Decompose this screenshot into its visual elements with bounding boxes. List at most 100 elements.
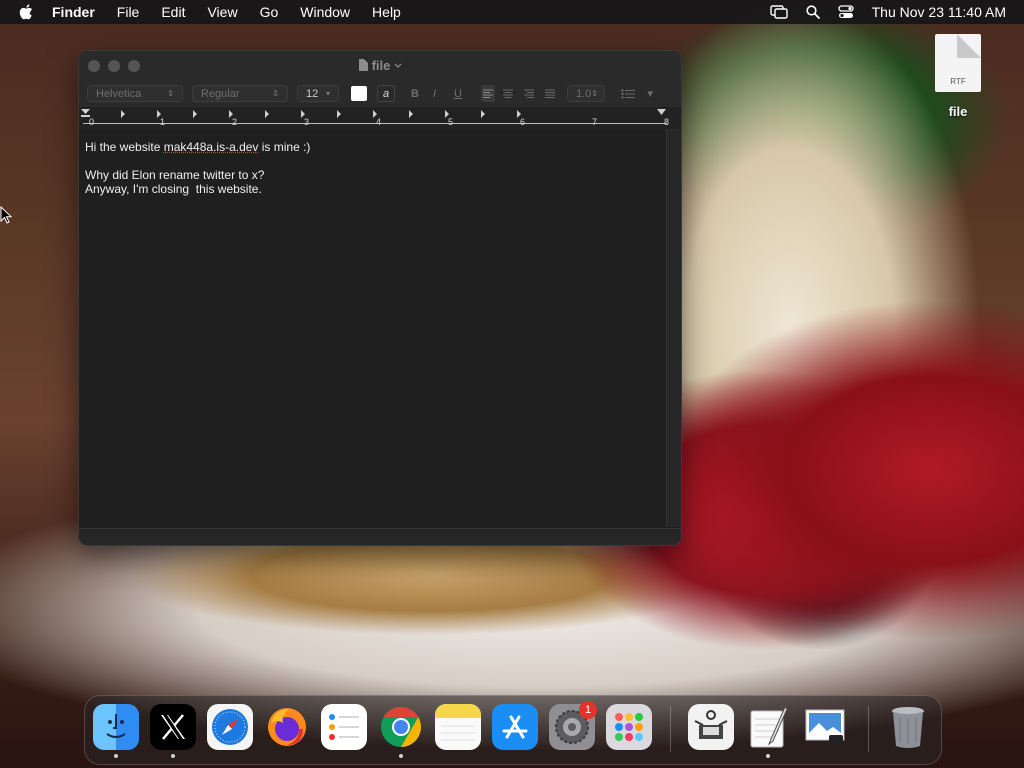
menu-app-finder[interactable]: Finder — [52, 4, 95, 20]
horizontal-scrollbar[interactable] — [79, 528, 681, 545]
menu-view[interactable]: View — [207, 4, 237, 20]
ruler-number: 5 — [448, 117, 454, 127]
window-titlebar[interactable]: file — [79, 51, 681, 81]
dock-safari[interactable] — [207, 704, 253, 750]
menu-go[interactable]: Go — [260, 4, 279, 20]
line-spacing-select[interactable]: 1.0 ⇕ — [567, 85, 605, 102]
screen-mirroring-icon[interactable] — [769, 5, 788, 19]
dock-separator — [868, 706, 869, 752]
ruler-number: 0 — [89, 117, 95, 127]
menu-file[interactable]: File — [117, 4, 140, 20]
chevron-down-icon[interactable] — [394, 63, 402, 69]
document-line: Hi the website mak448a.is-a.dev is mine … — [85, 140, 659, 154]
list-style-button[interactable]: ▾ — [621, 85, 653, 102]
dock-app-store[interactable] — [492, 704, 538, 750]
file-extension: RTF — [950, 77, 966, 86]
bulleted-list-icon — [621, 88, 635, 99]
menu-edit[interactable]: Edit — [161, 4, 185, 20]
search-icon[interactable] — [806, 5, 820, 19]
underline-button[interactable]: U — [454, 85, 462, 102]
app-store-icon — [502, 715, 528, 739]
screenshot-icon — [694, 710, 728, 739]
justify-icon — [545, 89, 555, 98]
document-line — [85, 154, 659, 168]
italic-button[interactable]: I — [433, 85, 436, 102]
align-right-button[interactable] — [524, 85, 534, 102]
menu-window[interactable]: Window — [300, 4, 350, 20]
font-style-value: Regular — [201, 87, 240, 100]
dock-reminders[interactable] — [321, 704, 367, 750]
justify-button[interactable] — [545, 85, 555, 102]
format-toolbar: Helvetica ⇕ Regular ⇕ 12 ▾ a B I U 1.0 ⇕ ▾ — [79, 81, 681, 107]
font-style-select[interactable]: Regular ⇕ — [192, 85, 288, 102]
tab-stop-marker[interactable] — [409, 110, 413, 118]
document-proxy-icon[interactable] — [358, 59, 368, 71]
x-logo-icon — [161, 714, 185, 740]
menu-bar: Finder File Edit View Go Window Help Thu… — [0, 0, 1024, 24]
tab-stop-marker[interactable] — [337, 110, 341, 118]
ruler-baseline — [83, 123, 667, 124]
dock-finder[interactable] — [93, 704, 139, 758]
dock-trash[interactable] — [885, 704, 931, 750]
running-indicator — [171, 754, 175, 758]
window-title[interactable]: file — [79, 58, 681, 73]
running-indicator — [399, 754, 403, 758]
font-family-select[interactable]: Helvetica ⇕ — [87, 85, 183, 102]
menu-clock[interactable]: Thu Nov 23 11:40 AM — [872, 4, 1006, 20]
desktop-file[interactable]: RTF file — [928, 34, 988, 119]
font-size-value: 12 — [306, 87, 319, 100]
trash-icon — [892, 707, 924, 748]
reminders-icon — [329, 714, 359, 740]
ruler-number: 8 — [664, 117, 670, 127]
misspelled-word[interactable]: mak448a.is-a.dev — [164, 140, 259, 154]
dock-chrome[interactable] — [378, 704, 424, 758]
highlight-color-well[interactable]: a — [377, 85, 395, 102]
dock-notes[interactable] — [435, 704, 481, 750]
tab-stop-marker[interactable] — [265, 110, 269, 118]
font-family-value: Helvetica — [96, 87, 142, 100]
safari-compass-icon — [212, 709, 248, 745]
line-text: Hi the website — [85, 140, 164, 154]
textedit-icon — [750, 706, 788, 748]
ruler-number: 4 — [376, 117, 382, 127]
document-line: Why did Elon rename twitter to x? — [85, 168, 265, 182]
align-center-icon — [503, 89, 513, 98]
apple-menu-icon[interactable] — [18, 4, 34, 20]
dock-textedit[interactable] — [745, 704, 791, 758]
ruler-number: 6 — [520, 117, 526, 127]
align-center-button[interactable] — [503, 85, 513, 102]
mouse-cursor-icon — [0, 206, 12, 224]
ruler-number: 1 — [160, 117, 166, 127]
align-left-icon — [483, 89, 493, 98]
window-title-text: file — [371, 58, 391, 73]
line-text: is mine :) — [258, 140, 311, 154]
ruler-number: 7 — [592, 117, 598, 127]
chevron-down-icon: ▾ — [647, 88, 653, 100]
launchpad-icon — [615, 713, 643, 741]
bold-button[interactable]: B — [411, 85, 419, 102]
dock-x[interactable] — [150, 704, 196, 758]
tab-stop-marker[interactable] — [121, 110, 125, 118]
text-editor[interactable]: Hi the website mak448a.is-a.dev is mine … — [79, 129, 665, 527]
running-indicator — [114, 754, 118, 758]
textedit-window: file Helvetica ⇕ Regular ⇕ 12 ▾ a B I U 1.0 — [78, 50, 682, 546]
document-line: Anyway, I'm closing this website. — [85, 182, 262, 196]
tab-stop-marker[interactable] — [481, 110, 485, 118]
font-size-select[interactable]: 12 ▾ — [297, 85, 339, 102]
desktop-file-name: file — [948, 104, 968, 119]
text-color-well[interactable] — [351, 86, 367, 101]
dock — [84, 695, 942, 765]
ruler[interactable]: 0 1 2 3 4 5 6 7 8 — [79, 107, 681, 130]
chrome-icon — [381, 707, 421, 747]
align-left-button[interactable] — [481, 85, 495, 102]
dock-firefox[interactable] — [264, 704, 310, 750]
menu-help[interactable]: Help — [372, 4, 401, 20]
dock-launchpad[interactable] — [606, 704, 652, 750]
tab-stop-marker[interactable] — [193, 110, 197, 118]
control-center-icon[interactable] — [837, 5, 854, 19]
vertical-scrollbar[interactable] — [666, 129, 681, 527]
right-margin-marker-icon[interactable] — [657, 109, 666, 115]
stepper-icon: ⇕ — [167, 89, 174, 98]
dock-screenshot[interactable] — [688, 704, 734, 750]
dock-preview[interactable] — [802, 704, 848, 750]
